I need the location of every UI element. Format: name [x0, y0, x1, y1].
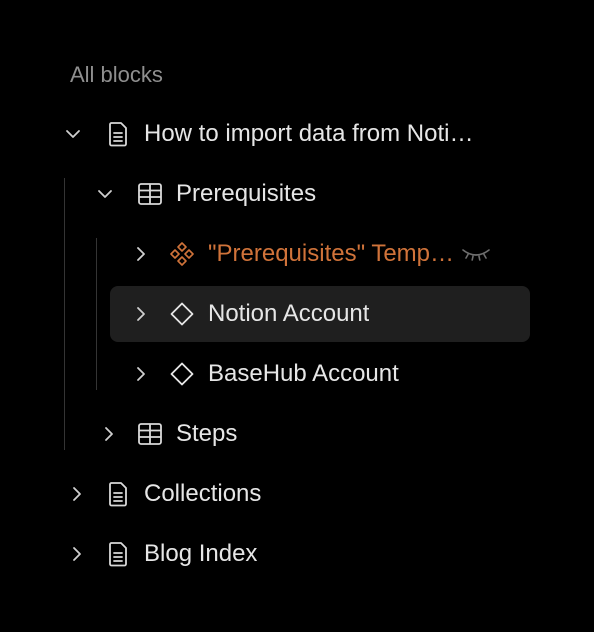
- table-icon: [136, 420, 164, 448]
- tree-item-notion-account[interactable]: Notion Account: [110, 286, 530, 342]
- tree-item-label: BaseHub Account: [208, 360, 399, 387]
- template-icon: [168, 240, 196, 268]
- chevron-right-icon[interactable]: [66, 543, 88, 565]
- chevron-right-icon[interactable]: [98, 423, 120, 445]
- tree-item-label: Prerequisites: [176, 180, 317, 207]
- chevron-right-icon[interactable]: [130, 303, 152, 325]
- chevron-down-icon[interactable]: [62, 123, 84, 145]
- tree-item-label: How to import data from Noti…: [144, 120, 474, 147]
- chevron-right-icon[interactable]: [130, 363, 152, 385]
- tree-item-blog-index[interactable]: Blog Index: [56, 526, 530, 582]
- document-icon: [104, 120, 132, 148]
- table-icon: [136, 180, 164, 208]
- tree-item-label: Collections: [144, 480, 262, 507]
- document-icon: [104, 480, 132, 508]
- section-title: All blocks: [70, 62, 163, 87]
- tree-item-label: Blog Index: [144, 540, 258, 567]
- chevron-down-icon[interactable]: [94, 183, 116, 205]
- chevron-right-icon[interactable]: [130, 243, 152, 265]
- tree-item-prerequisites-template[interactable]: "Prerequisites" Temp…: [120, 226, 530, 282]
- tree-item-how-to-import[interactable]: How to import data from Noti…: [56, 106, 530, 162]
- tree-item-label: "Prerequisites" Temp…: [208, 240, 455, 267]
- tree-item-label: Steps: [176, 420, 238, 447]
- component-icon: [168, 360, 196, 388]
- tree-item-prerequisites[interactable]: Prerequisites: [88, 166, 530, 222]
- eye-closed-icon: [460, 243, 492, 265]
- document-icon: [104, 540, 132, 568]
- tree-item-collections[interactable]: Collections: [56, 466, 530, 522]
- component-icon: [168, 300, 196, 328]
- tree-item-label: Notion Account: [208, 300, 370, 327]
- chevron-right-icon[interactable]: [66, 483, 88, 505]
- tree-guide-line: [96, 238, 97, 390]
- tree-item-basehub-account[interactable]: BaseHub Account: [120, 346, 530, 402]
- tree-guide-line: [64, 178, 65, 450]
- tree-item-steps[interactable]: Steps: [88, 406, 530, 462]
